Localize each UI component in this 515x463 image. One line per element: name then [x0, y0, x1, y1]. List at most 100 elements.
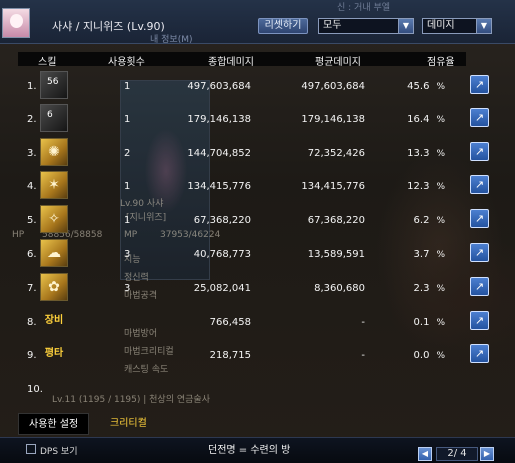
metric-dropdown[interactable]: 데미지 ▼ [422, 18, 492, 34]
row-number: 7. [27, 283, 37, 294]
table-row: 2. 6 1 179,146,138 179,146,138 16.4% ↗ [0, 102, 515, 136]
column-total: 종합데미지 [208, 57, 254, 68]
detail-chart-button[interactable]: ↗ [470, 142, 489, 161]
column-share: 점유율 [427, 57, 455, 68]
table-row: 6. ☁ 3 40,768,773 13,589,591 3.7% ↗ [0, 237, 515, 271]
row-number: 5. [27, 215, 37, 226]
share-unit: % [436, 318, 445, 328]
row-share: 12.3% [407, 181, 445, 192]
chevron-down-icon[interactable]: ▼ [398, 19, 413, 33]
row-share: 0.1% [414, 317, 445, 328]
skill-level: 6 [47, 110, 53, 120]
detail-chart-button[interactable]: ↗ [470, 311, 489, 330]
row-uses: 3 [124, 249, 131, 260]
row-uses: 3 [124, 283, 131, 294]
row-average: - [361, 350, 365, 361]
detail-chart-button[interactable]: ↗ [470, 209, 489, 228]
row-average: 72,352,426 [307, 148, 365, 159]
row-number: 6. [27, 249, 37, 260]
row-share: 16.4% [407, 114, 445, 125]
top-hint: 신 : 거내 부엘 [337, 3, 391, 13]
bottom-tabs: 사용한 설정 크리티컬 [18, 413, 328, 435]
character-name: 사샤 / 지니위즈 (Lv.90) [52, 20, 165, 33]
row-number: 10. [27, 384, 43, 395]
tab-critical[interactable]: 크리티컬 [100, 413, 157, 435]
skill-icon-5: ✧ [40, 205, 68, 233]
detail-chart-button[interactable]: ↗ [470, 75, 489, 94]
detail-chart-button[interactable]: ↗ [470, 175, 489, 194]
skill-icon-2: 6 [40, 104, 68, 132]
row-average: 497,603,684 [301, 81, 365, 92]
filter-dropdown[interactable]: 모두 ▼ [318, 18, 414, 34]
share-value: 45.6 [407, 81, 430, 92]
table-row: 7. ✿ 3 25,082,041 8,360,680 2.3% ↗ [0, 271, 515, 305]
share-value: 0.0 [413, 350, 430, 361]
basic-attack-label: 평타 [44, 348, 64, 359]
share-value: 0.1 [413, 317, 430, 328]
row-average: 67,368,220 [307, 215, 365, 226]
row-uses: 1 [124, 181, 131, 192]
dps-checkbox[interactable] [26, 444, 36, 454]
tab-used-settings[interactable]: 사용한 설정 [18, 413, 90, 435]
metric-dropdown-value: 데미지 [427, 20, 455, 31]
window-subtitle: 내 정보(M) [150, 35, 193, 45]
detail-chart-button[interactable]: ↗ [470, 344, 489, 363]
share-value: 16.4 [407, 114, 430, 125]
detail-chart-button[interactable]: ↗ [470, 108, 489, 127]
skill-level: 56 [47, 77, 59, 87]
share-unit: % [436, 182, 445, 192]
share-value: 13.3 [407, 148, 430, 159]
row-total: 497,603,684 [187, 81, 251, 92]
next-page-button[interactable]: ▶ [480, 447, 494, 461]
avatar [2, 8, 30, 38]
row-total: 134,415,776 [187, 181, 251, 192]
table-row: 3. ✺ 2 144,704,852 72,352,426 13.3% ↗ [0, 136, 515, 170]
row-uses: 1 [124, 114, 131, 125]
detail-chart-button[interactable]: ↗ [470, 243, 489, 262]
title-bar: 사샤 / 지니위즈 (Lv.90) 내 정보(M) 신 : 거내 부엘 리셋하기… [0, 0, 515, 45]
row-share: 13.3% [407, 148, 445, 159]
share-unit: % [436, 216, 445, 226]
row-average: 179,146,138 [301, 114, 365, 125]
row-uses: 1 [124, 81, 131, 92]
row-share: 6.2% [414, 215, 445, 226]
share-value: 6.2 [413, 215, 430, 226]
table-row: 10. [0, 372, 515, 406]
chevron-down-icon[interactable]: ▼ [476, 19, 491, 33]
row-number: 9. [27, 350, 37, 361]
row-number: 8. [27, 317, 37, 328]
detail-chart-button[interactable]: ↗ [470, 277, 489, 296]
row-total: 179,146,138 [187, 114, 251, 125]
row-average: 8,360,680 [314, 283, 365, 294]
previous-page-button[interactable]: ◀ [418, 447, 432, 461]
row-average: 134,415,776 [301, 181, 365, 192]
row-number: 4. [27, 181, 37, 192]
row-total: 144,704,852 [187, 148, 251, 159]
footer-bar: DPS 보기 던전명 = 수련의 방 ◀ 2/ 4 ▶ [0, 437, 515, 463]
share-unit: % [436, 149, 445, 159]
share-value: 2.3 [413, 283, 430, 294]
share-unit: % [436, 250, 445, 260]
skill-icon-4: ✶ [40, 171, 68, 199]
row-total: 40,768,773 [193, 249, 251, 260]
row-total: 67,368,220 [193, 215, 251, 226]
table-row: 5. ✧ 1 67,368,220 67,368,220 6.2% ↗ [0, 203, 515, 237]
equipment-label: 장비 [44, 315, 64, 326]
row-total: 25,082,041 [193, 283, 251, 294]
share-unit: % [436, 82, 445, 92]
table-row: 4. ✶ 1 134,415,776 134,415,776 12.3% ↗ [0, 169, 515, 203]
dungeon-name: 던전명 = 수련의 방 [208, 445, 291, 456]
row-uses: 2 [124, 148, 131, 159]
skill-icon-7: ✿ [40, 273, 68, 301]
dps-label: DPS 보기 [40, 447, 78, 457]
row-total: 218,715 [209, 350, 251, 361]
reset-button[interactable]: 리셋하기 [258, 18, 308, 34]
filter-dropdown-value: 모두 [323, 20, 342, 31]
share-unit: % [436, 284, 445, 294]
skill-icon-3: ✺ [40, 138, 68, 166]
column-skill: 스킬 [38, 57, 57, 68]
row-average: - [361, 317, 365, 328]
share-unit: % [436, 115, 445, 125]
row-share: 3.7% [414, 249, 445, 260]
table-row: 1. 56 1 497,603,684 497,603,684 45.6% ↗ [0, 69, 515, 103]
